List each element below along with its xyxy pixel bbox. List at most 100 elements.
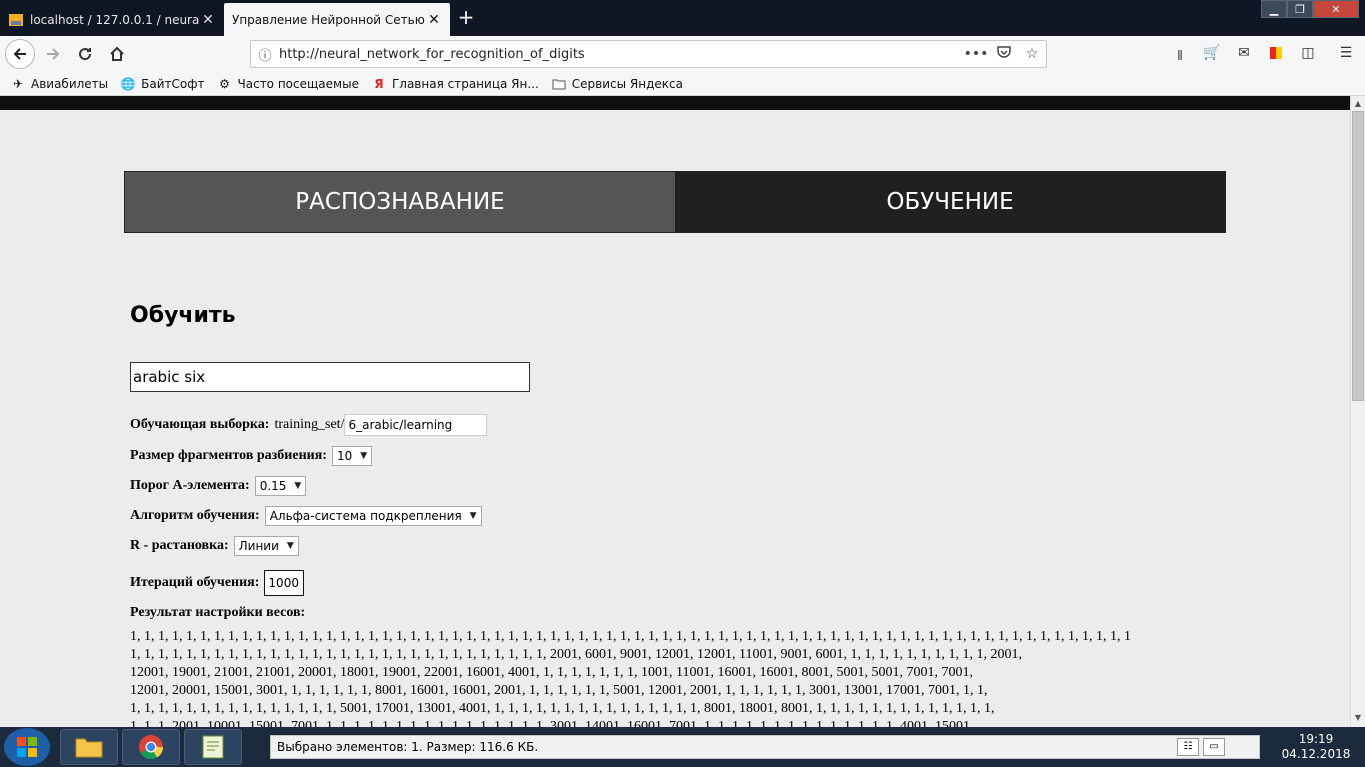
details-view-icon[interactable]: ☷: [1177, 738, 1199, 756]
pocket-icon[interactable]: [990, 45, 1018, 63]
site-info-icon[interactable]: ⓘ: [251, 45, 279, 64]
start-button[interactable]: [4, 728, 50, 766]
select-value: 10: [336, 449, 353, 463]
dropdown-arrow-icon: ▼: [469, 511, 477, 521]
main-menu: РАСПОЗНАВАНИЕ ОБУЧЕНИЕ: [124, 171, 1226, 233]
selection-status-text: Выбрано элементов: 1. Размер: 116.6 КБ.: [277, 740, 539, 754]
address-bar[interactable]: ⓘ http://neural_network_for_recognition_…: [250, 40, 1047, 68]
threshold-select[interactable]: 0.15 ▼: [254, 476, 307, 496]
clock-date: 04.12.2018: [1281, 747, 1351, 761]
training-set-input[interactable]: 6_arabic/learning: [344, 414, 488, 436]
explorer-status-bar: Выбрано элементов: 1. Размер: 116.6 КБ. …: [270, 735, 1260, 759]
library-icon[interactable]: 𝍪: [1170, 45, 1190, 64]
weights-result-text: 1, 1, 1, 1, 1, 1, 1, 1, 1, 1, 1, 1, 1, 1…: [130, 628, 1130, 727]
weights-result-label: Результат настройки весов:: [130, 605, 306, 620]
windows-taskbar: Выбрано элементов: 1. Размер: 116.6 КБ. …: [0, 727, 1365, 767]
gear-icon: ⚙: [219, 76, 230, 91]
result-line: 1, 1, 1, 1, 1, 1, 1, 1, 1, 1, 1, 1, 1, 1…: [130, 701, 995, 716]
close-tab-icon[interactable]: ✕: [426, 12, 442, 28]
select-value: Альфа-система подкрепления: [269, 509, 462, 523]
threshold-label: Порог А-элемента:: [130, 478, 250, 493]
folder-icon: [551, 76, 567, 92]
taskbar-explorer[interactable]: [60, 729, 118, 765]
training-set-row: Обучающая выборка: training_set/ 6_arabi…: [130, 414, 488, 436]
menu-icon[interactable]: ☰: [1336, 45, 1356, 63]
scroll-down-arrow-icon[interactable]: ▼: [1351, 710, 1365, 725]
page-title: Обучить: [130, 303, 236, 328]
training-set-label: Обучающая выборка:: [130, 417, 270, 432]
tab-phpmyadmin[interactable]: localhost / 127.0.0.1 / neural_ne ✕: [0, 3, 224, 36]
browser-tab-bar: localhost / 127.0.0.1 / neural_ne ✕ Упра…: [0, 0, 1365, 36]
bookmark-yandex-home[interactable]: Я Главная страница Ян...: [371, 76, 539, 92]
forward-arrow-icon: [47, 48, 60, 60]
algorithm-row: Алгоритм обучения: Альфа-система подкреп…: [130, 506, 482, 526]
bookmark-star-icon[interactable]: ☆: [1018, 46, 1046, 62]
globe-icon: 🌐: [120, 76, 136, 91]
bookmark-label: Главная страница Ян...: [391, 76, 539, 91]
page-scrollbar[interactable]: ▲ ▼: [1350, 96, 1365, 727]
algorithm-select[interactable]: Альфа-система подкрепления ▼: [264, 506, 482, 526]
menu-item-recognize[interactable]: РАСПОЗНАВАНИЕ: [125, 172, 675, 232]
flag-extension-icon[interactable]: [1266, 45, 1286, 63]
menu-item-learn[interactable]: ОБУЧЕНИЕ: [675, 172, 1225, 232]
select-value: 0.15: [259, 479, 287, 493]
clock-time: 19:19: [1298, 732, 1334, 746]
dropdown-arrow-icon: ▼: [294, 481, 302, 491]
dropdown-arrow-icon: ▼: [286, 541, 294, 551]
iterations-input[interactable]: 1000: [264, 570, 305, 596]
bookmark-baitsoft[interactable]: 🌐 БайтСофт: [120, 76, 205, 92]
iterations-row: Итераций обучения: 1000: [130, 570, 305, 596]
bookmark-label: Часто посещаемые: [237, 76, 359, 91]
system-clock[interactable]: 19:19 04.12.2018: [1276, 732, 1356, 762]
reload-button[interactable]: [71, 40, 99, 68]
bookmark-yandex-services[interactable]: Сервисы Яндекса: [551, 76, 683, 92]
windows-logo-icon: [17, 737, 37, 757]
folder-icon: [75, 738, 103, 758]
tab-title: localhost / 127.0.0.1 / neural_ne: [30, 12, 200, 27]
chrome-icon: [139, 735, 163, 760]
bookmark-most-visited[interactable]: ⚙ Часто посещаемые: [217, 76, 359, 92]
phpmyadmin-icon: [9, 13, 23, 26]
back-arrow-icon: [13, 48, 26, 60]
close-window-button[interactable]: ✕: [1313, 0, 1359, 18]
training-set-prefix: training_set/: [274, 417, 345, 432]
maximize-window-button[interactable]: ❐: [1287, 0, 1313, 18]
plane-icon: ✈: [12, 76, 24, 91]
bookmark-label: БайтСофт: [141, 76, 205, 91]
scroll-up-arrow-icon[interactable]: ▲: [1351, 96, 1365, 111]
new-tab-button[interactable]: +: [454, 5, 478, 29]
cart-icon[interactable]: 🛒: [1202, 45, 1222, 63]
thumbnails-view-icon[interactable]: ▭: [1203, 738, 1225, 756]
tab-neural-network[interactable]: Управление Нейронной Сетью ✕: [224, 3, 450, 36]
taskbar-notepad-plus[interactable]: [184, 729, 242, 765]
home-button[interactable]: [103, 40, 131, 68]
network-name-input[interactable]: arabic six: [130, 362, 530, 392]
sidebar-icon[interactable]: ◫: [1298, 45, 1318, 63]
tab-title: Управление Нейронной Сетью: [232, 12, 425, 27]
back-button[interactable]: [5, 39, 35, 69]
url-text[interactable]: http://neural_network_for_recognition_of…: [279, 47, 962, 62]
fragment-size-select[interactable]: 10 ▼: [331, 446, 373, 466]
taskbar-chrome[interactable]: [122, 729, 180, 765]
close-tab-icon[interactable]: ✕: [200, 12, 216, 28]
home-icon: [110, 46, 124, 61]
result-line: 1, 1, 1, 1, 1, 1, 1, 1, 1, 1, 1, 1, 1, 1…: [130, 647, 1022, 662]
scrollbar-thumb[interactable]: [1352, 111, 1364, 401]
bookmark-label: Сервисы Яндекса: [571, 76, 683, 91]
mail-icon[interactable]: ✉: [1234, 45, 1254, 63]
forward-button[interactable]: [39, 40, 67, 68]
page-actions-button[interactable]: •••: [962, 46, 990, 62]
r-arrangement-label: R - растановка:: [130, 538, 229, 553]
bookmark-label: Авиабилеты: [31, 76, 109, 91]
view-switcher: ☷ ▭: [1173, 738, 1225, 756]
threshold-row: Порог А-элемента: 0.15 ▼: [130, 476, 307, 496]
result-line: 12001, 20001, 15001, 3001, 1, 1, 1, 1, 1…: [130, 683, 988, 698]
bookmark-aviabilety[interactable]: ✈ Авиабилеты: [10, 76, 108, 92]
r-arrangement-select[interactable]: Линии ▼: [233, 536, 299, 556]
result-line: 1, 1, 1, 1, 1, 1, 1, 1, 1, 1, 1, 1, 1, 1…: [130, 629, 1130, 644]
minimize-window-button[interactable]: ▁: [1261, 0, 1287, 18]
result-line: 1, 1, 1, 2001, 10001, 15001, 7001, 1, 1,…: [130, 719, 974, 727]
iterations-label: Итераций обучения:: [130, 575, 260, 590]
notepad-plus-icon: [202, 735, 224, 759]
page-header-strip: [0, 96, 1350, 110]
